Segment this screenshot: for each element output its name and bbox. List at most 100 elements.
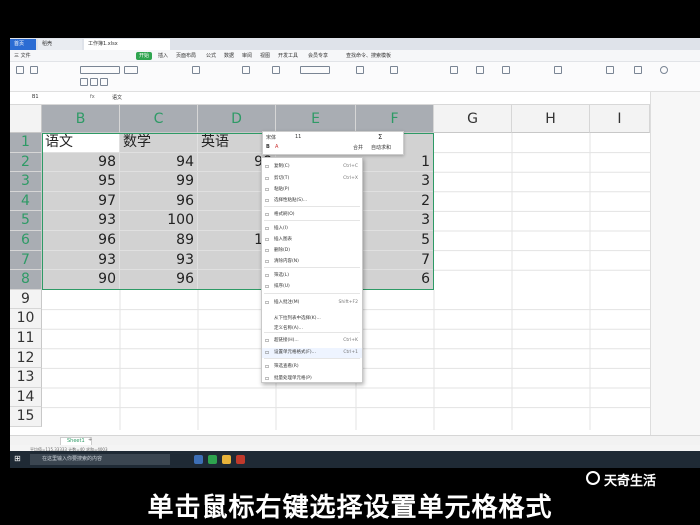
windows-start-icon[interactable]: ⊞	[14, 454, 21, 463]
context-menu-item[interactable]: ▫ 超链接(H)... Ctrl+K	[262, 336, 362, 346]
cell-f4[interactable]: 2	[356, 191, 434, 212]
cut-icon[interactable]	[30, 66, 38, 74]
row-header-11[interactable]: 11	[10, 329, 42, 349]
column-header-i[interactable]: I	[590, 105, 650, 133]
cell-c8[interactable]: 96	[120, 270, 198, 290]
number-format-select[interactable]	[300, 66, 330, 74]
context-menu-item[interactable]: ▫ 复制(C) Ctrl+C	[262, 162, 362, 172]
mini-size-select[interactable]: 11	[295, 134, 301, 140]
cell-f5[interactable]: 3	[356, 211, 434, 231]
menu-start[interactable]: 开始	[136, 52, 152, 60]
row-header-13[interactable]: 13	[10, 368, 42, 388]
row-header-10[interactable]: 10	[10, 309, 42, 329]
row-header-4[interactable]: 4	[10, 191, 42, 212]
italic-icon[interactable]	[90, 78, 98, 86]
mini-font-select[interactable]: 宋体	[266, 134, 276, 141]
wrap-icon[interactable]	[272, 66, 280, 74]
context-menu-item[interactable]: ▫ 筛选(L)	[262, 271, 362, 281]
context-menu-item[interactable]: ▫ 设置单元格格式(F)... Ctrl+1	[262, 348, 362, 358]
row-header-1[interactable]: 1	[10, 133, 42, 153]
context-menu-item[interactable]: ▫ 格式刷(O)	[262, 210, 362, 220]
table-tools-icon[interactable]	[634, 66, 642, 74]
taskbar-search[interactable]: 在这里输入你要搜索的内容	[30, 454, 170, 465]
merge-icon[interactable]	[242, 66, 250, 74]
menu-page-layout[interactable]: 页面布局	[176, 50, 196, 62]
menu-review[interactable]: 审阅	[242, 50, 252, 62]
cell-b4[interactable]: 97	[42, 191, 120, 212]
fx-icon[interactable]: fx	[90, 94, 95, 100]
tab-workbook[interactable]: 工作簿1.xlsx	[84, 39, 170, 50]
conditional-format-icon[interactable]	[356, 66, 364, 74]
align-center-icon[interactable]	[192, 66, 200, 74]
row-header-15[interactable]: 15	[10, 407, 42, 427]
context-menu-item[interactable]: ▫ 删除(D)	[262, 246, 362, 256]
bold-icon[interactable]	[80, 78, 88, 86]
name-box[interactable]: B1	[32, 94, 39, 100]
context-menu-item[interactable]: ▫ 选择性粘贴(S)...	[262, 196, 362, 206]
cell-c5[interactable]: 100	[120, 211, 198, 231]
menu-insert[interactable]: 插入	[158, 50, 168, 62]
row-header-2[interactable]: 2	[10, 152, 42, 173]
menu-file[interactable]: 三 文件	[14, 50, 31, 62]
menu-data[interactable]: 数据	[224, 50, 234, 62]
cell-b1[interactable]: 语文	[42, 133, 120, 153]
row-header-5[interactable]: 5	[10, 211, 42, 231]
menu-formula[interactable]: 公式	[206, 50, 216, 62]
column-header-f[interactable]: F	[356, 105, 434, 133]
row-header-6[interactable]: 6	[10, 231, 42, 251]
row-header-12[interactable]: 12	[10, 348, 42, 369]
sum-icon[interactable]: Σ	[378, 133, 382, 141]
cell-c7[interactable]: 93	[120, 250, 198, 271]
context-menu-item[interactable]: ▫ 插入图表	[262, 235, 362, 245]
context-menu-item[interactable]: ▫ 清除内容(N)	[262, 257, 362, 267]
formula-input[interactable]: 语文	[112, 94, 122, 101]
folder-icon[interactable]	[222, 455, 231, 464]
mini-bold-icon[interactable]: B	[266, 144, 270, 150]
sort-icon[interactable]	[502, 66, 510, 74]
context-menu-item[interactable]: ▫ 插入批注(M) Shift+F2	[262, 298, 362, 308]
wps-icon[interactable]	[236, 455, 245, 464]
cell-c3[interactable]: 99	[120, 172, 198, 192]
edge-icon[interactable]	[194, 455, 203, 464]
cell-b2[interactable]: 98	[42, 152, 120, 173]
context-menu-item[interactable]: ▫ 排序(U)	[262, 282, 362, 292]
command-search[interactable]: 查找命令、搜索模板	[346, 50, 391, 62]
menu-view[interactable]: 视图	[260, 50, 270, 62]
cell-c1[interactable]: 数学	[120, 133, 198, 153]
cell-c4[interactable]: 96	[120, 191, 198, 212]
context-menu-item[interactable]: 从下拉列表中选择(K)...	[262, 314, 362, 324]
column-header-d[interactable]: D	[198, 105, 276, 133]
menu-dev-tools[interactable]: 开发工具	[278, 50, 298, 62]
cell-b6[interactable]: 96	[42, 231, 120, 251]
cell-b7[interactable]: 93	[42, 250, 120, 271]
rows-cols-icon[interactable]	[554, 66, 562, 74]
cell-f2[interactable]: 1	[356, 152, 434, 173]
font-size-select[interactable]	[124, 66, 138, 74]
context-menu-item[interactable]: ▫ 剪切(T) Ctrl+X	[262, 174, 362, 184]
column-header-h[interactable]: H	[512, 105, 590, 133]
row-header-3[interactable]: 3	[10, 172, 42, 192]
filter-icon[interactable]	[476, 66, 484, 74]
freeze-icon[interactable]	[606, 66, 614, 74]
select-all-corner[interactable]	[10, 105, 42, 133]
tab-home[interactable]: 首页	[10, 39, 36, 50]
menu-member[interactable]: 会员专享	[308, 50, 328, 62]
tab-docer[interactable]: 稻壳	[38, 39, 82, 50]
column-header-b[interactable]: B	[42, 105, 120, 133]
row-header-9[interactable]: 9	[10, 289, 42, 310]
paste-icon[interactable]	[16, 66, 24, 74]
context-menu-item[interactable]: ▫ 筛选查看(R)	[262, 362, 362, 372]
cell-c6[interactable]: 89	[120, 231, 198, 251]
context-menu-item[interactable]: ▫ 批量处理单元格(P)	[262, 374, 362, 384]
cell-f6[interactable]: 5	[356, 231, 434, 251]
cell-b5[interactable]: 93	[42, 211, 120, 231]
table-style-icon[interactable]	[390, 66, 398, 74]
find-icon[interactable]	[660, 66, 668, 74]
sum-icon[interactable]	[450, 66, 458, 74]
font-name-select[interactable]	[80, 66, 120, 74]
mini-autosum-button[interactable]: 自动求和	[371, 144, 391, 151]
mini-font-color-icon[interactable]: A	[275, 144, 278, 150]
cell-b8[interactable]: 90	[42, 270, 120, 290]
row-header-7[interactable]: 7	[10, 250, 42, 271]
cell-c2[interactable]: 94	[120, 152, 198, 173]
